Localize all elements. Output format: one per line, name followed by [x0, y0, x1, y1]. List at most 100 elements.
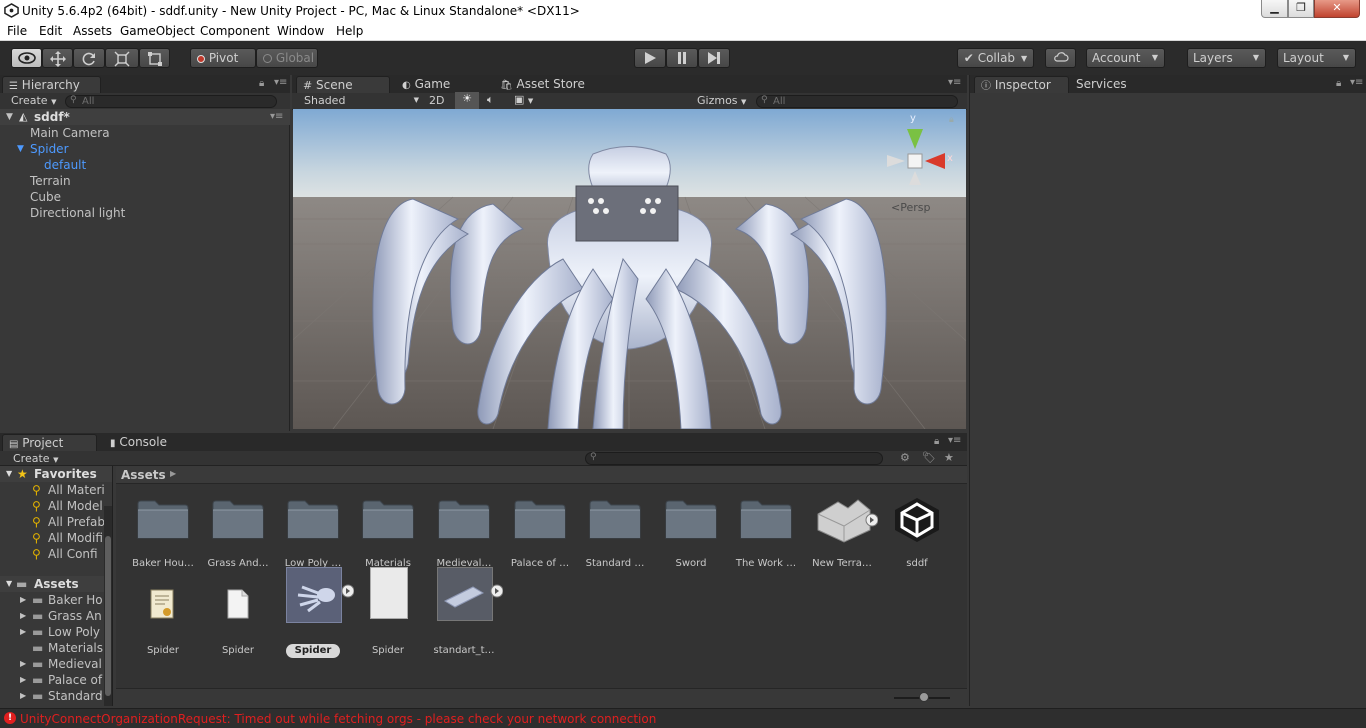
hierarchy-tab-icon: ☰	[9, 81, 18, 92]
expand-arrow-icon[interactable]: ▶	[20, 688, 26, 704]
hierarchy-item-default[interactable]: default	[0, 157, 290, 173]
tab-scene[interactable]: # Scene	[296, 76, 390, 93]
tab-asset-store[interactable]: 🛍︎ Asset Store	[494, 76, 614, 93]
icon-size-slider-thumb[interactable]	[919, 692, 929, 702]
expand-arrow-icon[interactable]: ▼	[17, 141, 24, 157]
hierarchy-item-cube[interactable]: Cube	[0, 189, 290, 205]
hierarchy-create-button[interactable]: Create ▼	[11, 94, 56, 107]
cloud-button[interactable]	[1045, 48, 1076, 68]
project-create-button[interactable]: Create ▼	[13, 452, 58, 465]
lighting-toggle[interactable]: ☀	[455, 92, 479, 109]
main-toolbar: Pivot Global ✔ Collab ▼ Account ▼ Layers ▼ …	[0, 41, 1366, 75]
collab-dropdown[interactable]: ✔ Collab ▼	[957, 48, 1034, 68]
favorites-header[interactable]: ▼ ★ Favorites	[0, 466, 112, 482]
account-dropdown[interactable]: Account ▼	[1086, 48, 1165, 68]
filter-type-icon[interactable]: ⚙	[900, 451, 910, 464]
expand-arrow-icon[interactable]: ▶	[20, 672, 26, 688]
hierarchy-item-spider[interactable]: ▼ Spider	[0, 141, 290, 157]
scale-tool-button[interactable]	[105, 48, 139, 68]
menu-window[interactable]: Window	[277, 24, 324, 38]
shading-mode-dropdown[interactable]: Shaded ▼	[304, 94, 419, 107]
scene-search-input[interactable]: All	[756, 95, 958, 108]
scrollbar-thumb[interactable]	[105, 536, 111, 696]
star-icon[interactable]: ★	[944, 451, 954, 464]
layers-dropdown[interactable]: Layers ▼	[1187, 48, 1266, 68]
rotate-tool-button[interactable]	[73, 48, 105, 68]
panel-menu-icon[interactable]: ▾≡	[274, 77, 287, 88]
pivot-toggle[interactable]: Pivot	[190, 48, 256, 68]
layout-dropdown[interactable]: Layout ▼	[1277, 48, 1356, 68]
scene-root-row[interactable]: ▼ ◭ sddf* ▾≡	[0, 109, 290, 125]
menu-assets[interactable]: Assets	[73, 24, 112, 38]
expand-arrow-icon[interactable]: ▶	[20, 608, 26, 624]
item-label: default	[44, 158, 87, 172]
menu-edit[interactable]: Edit	[39, 24, 62, 38]
folder-icon: ▬	[32, 609, 44, 623]
tab-console[interactable]: ▮ Console	[104, 434, 194, 451]
tab-inspector[interactable]: ⓘ Inspector	[974, 76, 1069, 93]
tree-scrollbar[interactable]	[104, 506, 112, 706]
shading-label: Shaded	[304, 94, 346, 107]
tab-hierarchy[interactable]: ☰ Hierarchy	[2, 76, 101, 93]
status-bar[interactable]: ! UnityConnectOrganizationRequest: Timed…	[0, 708, 1366, 728]
move-tool-button[interactable]	[42, 48, 73, 68]
lock-icon[interactable]: 🔒︎	[1336, 78, 1341, 89]
menu-file[interactable]: File	[7, 24, 27, 38]
hierarchy-item-terrain[interactable]: Terrain	[0, 173, 290, 189]
gizmos-dropdown[interactable]: Gizmos ▼	[697, 94, 746, 107]
tab-game[interactable]: ◐ Game	[396, 76, 486, 93]
panel-menu-icon[interactable]: ▾≡	[948, 77, 961, 88]
panel-menu-icon[interactable]: ▾≡	[948, 435, 961, 446]
expand-arrow-icon[interactable]: ▶	[20, 592, 26, 608]
close-button[interactable]: ✕	[1314, 0, 1360, 18]
folder-label: Grass An	[48, 609, 102, 623]
breadcrumb-assets[interactable]: Assets	[121, 468, 166, 482]
expand-arrow-icon[interactable]: ▶	[20, 624, 26, 640]
layers-label: Layers	[1193, 51, 1233, 65]
step-button[interactable]	[698, 48, 730, 68]
hierarchy-item-directional-light[interactable]: Directional light	[0, 205, 290, 221]
view-tool-button[interactable]	[11, 48, 42, 68]
scene-viewport[interactable]: y x 🔒︎ <Persp	[293, 109, 966, 429]
gizmos-label: Gizmos	[697, 94, 738, 107]
asset-label: Grass And…	[207, 558, 269, 569]
2d-toggle[interactable]: 2D	[429, 94, 444, 107]
hierarchy-item-main-camera[interactable]: Main Camera	[0, 125, 290, 141]
effects-dropdown[interactable]: ▣ ▼	[514, 93, 533, 106]
tag-icon[interactable]: 🏷︎	[922, 451, 936, 464]
scene-menu-icon[interactable]: ▾≡	[270, 109, 283, 125]
tab-services[interactable]: Services	[1070, 76, 1160, 93]
minimize-button[interactable]: ▁	[1261, 0, 1288, 18]
game-icon: ◐	[402, 80, 411, 91]
menu-help[interactable]: Help	[336, 24, 363, 38]
menu-component[interactable]: Component	[200, 24, 270, 38]
panel-menu-icon[interactable]: ▾≡	[1350, 77, 1363, 88]
maximize-button[interactable]: ❐	[1288, 0, 1314, 18]
pause-button[interactable]	[666, 48, 698, 68]
hierarchy-search-input[interactable]: All	[65, 95, 277, 108]
lock-icon[interactable]: 🔒︎	[259, 78, 264, 89]
expand-arrow-icon[interactable]: ▶	[20, 656, 26, 672]
services-tab-label: Services	[1076, 77, 1127, 91]
rect-tool-button[interactable]	[139, 48, 170, 68]
audio-toggle[interactable]: 🔈︎	[487, 93, 494, 107]
expand-arrow-icon[interactable]: ▼	[6, 109, 13, 125]
gizmo-x-label: x	[947, 153, 953, 164]
account-label: Account	[1092, 51, 1141, 65]
gizmo-lock-icon[interactable]: 🔒︎	[949, 115, 954, 125]
persp-label[interactable]: <Persp	[891, 201, 930, 214]
tab-project[interactable]: ▤ Project	[2, 434, 97, 451]
menu-gameobject[interactable]: GameObject	[120, 24, 195, 38]
expand-arrow-icon[interactable]: ▼	[6, 576, 12, 592]
assets-header[interactable]: ▼ ▬ Assets	[0, 576, 112, 592]
project-search-input[interactable]	[585, 452, 883, 465]
play-button[interactable]	[634, 48, 666, 68]
folder-icon	[665, 498, 717, 540]
folder-icon	[212, 498, 264, 540]
lock-icon[interactable]: 🔒︎	[934, 436, 939, 447]
favorite-label: All Confi	[48, 547, 98, 561]
global-toggle[interactable]: Global	[256, 48, 318, 68]
asset-label: Baker Hou…	[132, 558, 194, 569]
scene-tab-label: Scene	[316, 78, 353, 92]
expand-arrow-icon[interactable]: ▼	[6, 466, 12, 482]
